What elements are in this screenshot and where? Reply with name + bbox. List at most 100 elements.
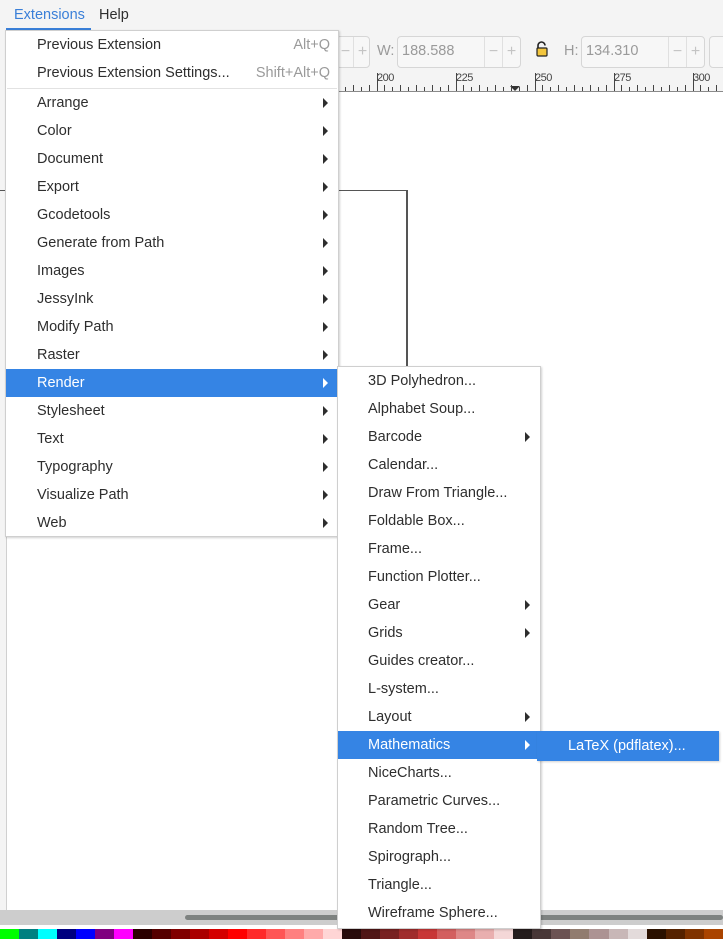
menu-item-text[interactable]: Text: [6, 425, 338, 453]
palette-swatch[interactable]: [76, 929, 96, 939]
palette-swatch[interactable]: [228, 929, 248, 939]
palette-swatch[interactable]: [399, 929, 419, 939]
menu-item-spirograph[interactable]: Spirograph...: [338, 843, 540, 871]
width-decrement-button[interactable]: −: [484, 37, 502, 67]
menu-item-label: Gcodetools: [37, 207, 111, 223]
height-value[interactable]: 134.310: [586, 43, 638, 59]
menu-item-foldable-box[interactable]: Foldable Box...: [338, 507, 540, 535]
ruler-tick: [479, 85, 480, 91]
palette-swatch[interactable]: [646, 929, 666, 939]
menu-item-calendar[interactable]: Calendar...: [338, 451, 540, 479]
menu-item-draw-from-triangle[interactable]: Draw From Triangle...: [338, 479, 540, 507]
palette-swatch[interactable]: [589, 929, 609, 939]
palette-swatch[interactable]: [608, 929, 628, 939]
menu-item-document[interactable]: Document: [6, 145, 338, 173]
ruler-tick: [416, 85, 417, 91]
palette-swatch[interactable]: [475, 929, 495, 939]
height-spinbox[interactable]: 134.310 − +: [581, 36, 705, 68]
palette-swatch[interactable]: [209, 929, 229, 939]
menu-item-random-tree[interactable]: Random Tree...: [338, 815, 540, 843]
menu-item-typography[interactable]: Typography: [6, 453, 338, 481]
palette-swatch[interactable]: [304, 929, 324, 939]
menu-item-barcode[interactable]: Barcode: [338, 423, 540, 451]
menu-item-modify-path[interactable]: Modify Path: [6, 313, 338, 341]
menu-help[interactable]: Help: [99, 7, 129, 23]
palette-swatch[interactable]: [703, 929, 723, 939]
ruler-tick: [653, 85, 654, 91]
decrement-button[interactable]: −: [337, 37, 354, 67]
menu-item-nicecharts[interactable]: NiceCharts...: [338, 759, 540, 787]
palette-swatch[interactable]: [684, 929, 704, 939]
menu-item-label: Typography: [37, 459, 113, 475]
menu-item-generate-from-path[interactable]: Generate from Path: [6, 229, 338, 257]
menu-item-raster[interactable]: Raster: [6, 341, 338, 369]
menu-item-stylesheet[interactable]: Stylesheet: [6, 397, 338, 425]
palette-swatch[interactable]: [114, 929, 134, 939]
palette-swatch[interactable]: [513, 929, 533, 939]
palette-swatch[interactable]: [456, 929, 476, 939]
menu-item-grids[interactable]: Grids: [338, 619, 540, 647]
menu-item-images[interactable]: Images: [6, 257, 338, 285]
palette-swatch[interactable]: [627, 929, 647, 939]
palette-swatch[interactable]: [323, 929, 343, 939]
palette-swatch[interactable]: [190, 929, 210, 939]
menu-item-3d-polyhedron[interactable]: 3D Polyhedron...: [338, 367, 540, 395]
palette-swatch[interactable]: [133, 929, 153, 939]
menu-item-guides-creator[interactable]: Guides creator...: [338, 647, 540, 675]
menu-item-latex-pdflatex[interactable]: LaTeX (pdflatex)...: [538, 732, 718, 760]
palette-swatch[interactable]: [19, 929, 39, 939]
menu-item-layout[interactable]: Layout: [338, 703, 540, 731]
increment-button[interactable]: +: [353, 37, 371, 67]
height-label: H:: [564, 43, 579, 59]
menu-item-wireframe-sphere[interactable]: Wireframe Sphere...: [338, 899, 540, 927]
palette-swatch[interactable]: [38, 929, 58, 939]
palette-swatch[interactable]: [57, 929, 77, 939]
palette-swatch[interactable]: [247, 929, 267, 939]
palette-swatch[interactable]: [437, 929, 457, 939]
width-value[interactable]: 188.588: [402, 43, 454, 59]
menu-item-parametric-curves[interactable]: Parametric Curves...: [338, 787, 540, 815]
palette-swatch[interactable]: [494, 929, 514, 939]
palette-swatch[interactable]: [361, 929, 381, 939]
menu-item-alphabet-soup[interactable]: Alphabet Soup...: [338, 395, 540, 423]
palette-swatch[interactable]: [0, 929, 20, 939]
menu-item-export[interactable]: Export: [6, 173, 338, 201]
menu-item-mathematics[interactable]: Mathematics: [338, 731, 540, 759]
menu-item-gear[interactable]: Gear: [338, 591, 540, 619]
palette-swatch[interactable]: [266, 929, 286, 939]
palette-swatch[interactable]: [95, 929, 115, 939]
palette-swatch[interactable]: [570, 929, 590, 939]
height-increment-button[interactable]: +: [686, 37, 704, 67]
menu-item-previous-extension[interactable]: Previous Extension Alt+Q: [6, 31, 338, 59]
menu-item-label: JessyInk: [37, 291, 94, 307]
palette-swatch[interactable]: [285, 929, 305, 939]
palette-swatch[interactable]: [171, 929, 191, 939]
menu-item-previous-extension-settings[interactable]: Previous Extension Settings... Shift+Alt…: [6, 59, 338, 87]
menu-item-l-system[interactable]: L-system...: [338, 675, 540, 703]
menu-item-color[interactable]: Color: [6, 117, 338, 145]
palette-swatch[interactable]: [665, 929, 685, 939]
menu-item-function-plotter[interactable]: Function Plotter...: [338, 563, 540, 591]
units-dropdown-partial[interactable]: [709, 36, 723, 68]
menu-item-triangle[interactable]: Triangle...: [338, 871, 540, 899]
palette-swatch[interactable]: [152, 929, 172, 939]
width-increment-button[interactable]: +: [502, 37, 520, 67]
menu-extensions[interactable]: Extensions: [14, 7, 85, 23]
palette-swatch[interactable]: [342, 929, 362, 939]
palette-swatch[interactable]: [551, 929, 571, 939]
y-spinbox-partial[interactable]: − +: [336, 36, 370, 68]
menu-item-jessyink[interactable]: JessyInk: [6, 285, 338, 313]
menu-item-gcodetools[interactable]: Gcodetools: [6, 201, 338, 229]
palette-swatch[interactable]: [380, 929, 400, 939]
palette-swatch[interactable]: [532, 929, 552, 939]
ruler-tick: [345, 87, 346, 91]
menu-item-visualize-path[interactable]: Visualize Path: [6, 481, 338, 509]
lock-open-icon[interactable]: [535, 41, 549, 57]
menu-item-web[interactable]: Web: [6, 509, 338, 537]
menu-item-render[interactable]: Render: [6, 369, 338, 397]
palette-swatch[interactable]: [418, 929, 438, 939]
menu-item-frame[interactable]: Frame...: [338, 535, 540, 563]
height-decrement-button[interactable]: −: [668, 37, 686, 67]
width-spinbox[interactable]: 188.588 − +: [397, 36, 521, 68]
menu-item-arrange[interactable]: Arrange: [6, 89, 338, 117]
